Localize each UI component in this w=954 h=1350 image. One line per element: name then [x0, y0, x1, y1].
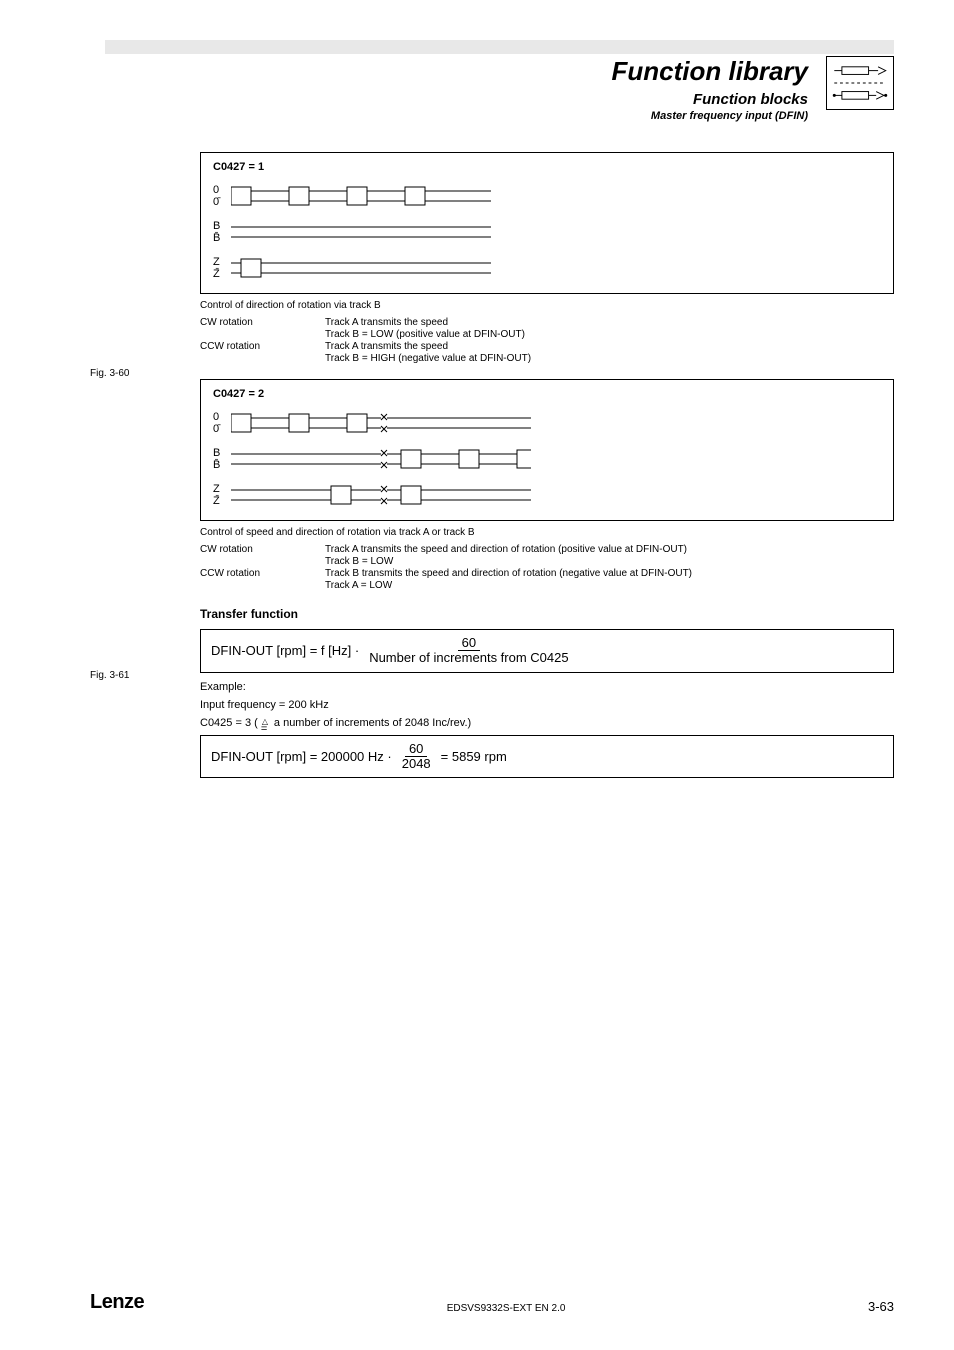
- formula-box-2: DFIN-OUT [rpm] = 200000 Hz · 60 2048 = 5…: [200, 735, 894, 779]
- formula2-denominator: 2048: [398, 757, 435, 771]
- waveform-a-icon: [231, 183, 491, 209]
- brand-logo: Lenze: [90, 1291, 144, 1314]
- formula2-right: = 5859 rpm: [441, 749, 507, 764]
- figure-box-c0427-2: C0427 = 2 0 0̄: [200, 379, 894, 521]
- track-z-labels: Z Z̄: [213, 257, 231, 279]
- waveform-z2-icon: [231, 482, 531, 508]
- track-b-labels: B B̄: [213, 221, 231, 243]
- formula2-numerator: 60: [405, 742, 427, 757]
- track-a-labels: 0 0̄: [213, 412, 231, 434]
- example-label: Example:: [200, 681, 894, 693]
- page-footer: Lenze EDSVS9332S-EXT EN 2.0 3-63: [90, 1291, 894, 1314]
- waveform-b2-icon: [231, 446, 531, 472]
- page-number: 3-63: [868, 1299, 894, 1314]
- figure-caption: Control of speed and direction of rotati…: [200, 527, 894, 538]
- definition-table: CW rotationTrack A transmits the speed T…: [200, 317, 894, 364]
- function-block-icon: [826, 56, 894, 110]
- waveform-a2-icon: [231, 410, 531, 436]
- formula-box-1: DFIN-OUT [rpm] = f [Hz] · 60 Number of i…: [200, 629, 894, 673]
- track-b-labels: B B̄: [213, 448, 231, 470]
- box-title: C0427 = 1: [213, 161, 881, 173]
- formula-left: DFIN-OUT [rpm] = f [Hz] ·: [211, 643, 359, 658]
- footer-doc-id: EDSVS9332S-EXT EN 2.0: [144, 1303, 868, 1314]
- definition-table: CW rotationTrack A transmits the speed a…: [200, 544, 894, 591]
- formula-numerator: 60: [458, 636, 480, 651]
- transfer-function-heading: Transfer function: [200, 607, 894, 621]
- figure-caption: Control of direction of rotation via tra…: [200, 300, 894, 311]
- waveform-z-icon: [231, 255, 491, 281]
- header-sub2: Master frequency input (DFIN): [612, 110, 808, 122]
- example-line-1: Input frequency = 200 kHz: [200, 699, 894, 711]
- page-header: Function library Function blocks Master …: [90, 56, 894, 122]
- top-gray-bar: [105, 40, 894, 54]
- figure-box-c0427-1: C0427 = 1 0 0̄ B B̄: [200, 152, 894, 294]
- formula2-left: DFIN-OUT [rpm] = 200000 Hz ·: [211, 749, 392, 764]
- formula-denominator: Number of increments from C0425: [365, 651, 572, 665]
- figure-label: Fig. 3-61: [90, 670, 129, 681]
- track-a-labels: 0 0̄: [213, 185, 231, 207]
- example-line-2: C0425 = 3 ( △= a number of increments of…: [200, 717, 894, 729]
- box-title: C0427 = 2: [213, 388, 881, 400]
- track-z-labels: Z Z̄: [213, 484, 231, 506]
- waveform-b-icon: [231, 219, 491, 245]
- figure-label: Fig. 3-60: [90, 368, 129, 379]
- header-title: Function library: [612, 56, 808, 87]
- header-sub1: Function blocks: [612, 91, 808, 108]
- corresponds-to-icon: △=: [261, 717, 271, 729]
